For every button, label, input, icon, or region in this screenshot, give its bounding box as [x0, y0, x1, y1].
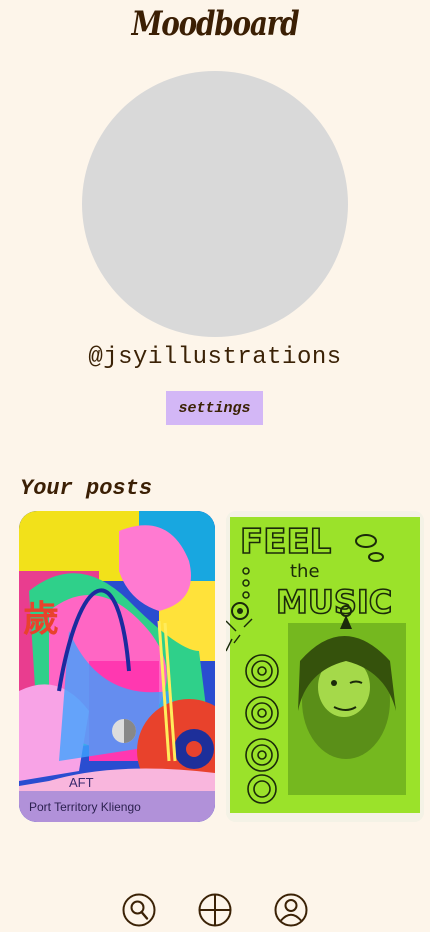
post-art-text: AFT: [69, 775, 94, 790]
profile-icon[interactable]: [273, 892, 309, 928]
bottom-nav: [0, 888, 430, 932]
posts-section-title: Your posts: [20, 476, 153, 501]
search-icon[interactable]: [121, 892, 157, 928]
settings-button[interactable]: settings: [166, 391, 263, 425]
avatar[interactable]: [82, 71, 348, 337]
post-art-text: the: [290, 561, 320, 582]
post-image: FEEL the MUSIC: [226, 511, 424, 822]
username: @jsyillustrations: [88, 344, 342, 371]
post-image: 歲 AFT Port Territory Kliengo: [19, 511, 215, 822]
post-art-text: FEEL: [240, 522, 331, 562]
post-art-text: Port Territory Kliengo: [29, 800, 141, 814]
post-art-text: MUSIC: [276, 583, 392, 621]
add-icon[interactable]: [197, 892, 233, 928]
post-card[interactable]: 歲 AFT Port Territory Kliengo: [19, 511, 215, 822]
post-card[interactable]: FEEL the MUSIC: [226, 511, 424, 822]
app-title: Moodboard: [131, 4, 300, 44]
post-art-glyph: 歲: [23, 599, 59, 640]
